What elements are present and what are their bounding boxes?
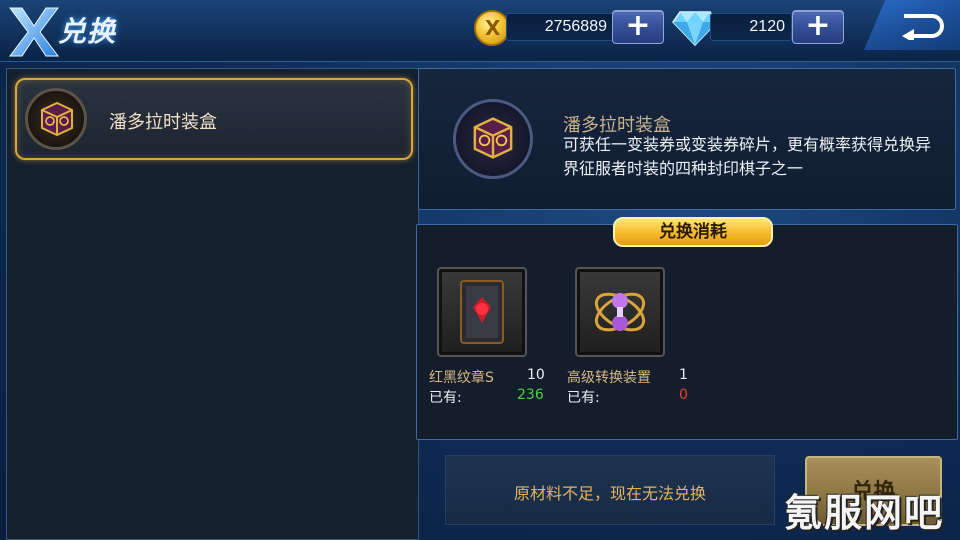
gold-coin-icon: X: [474, 10, 510, 46]
gold-amount: 2756889: [506, 13, 614, 41]
gem-currency: 2120 +: [672, 10, 848, 46]
back-arrow-icon: [902, 14, 944, 40]
exchange-list-panel: 潘多拉时装盒: [6, 68, 419, 540]
gem-amount: 2120: [710, 13, 792, 41]
cost-item-required: 10: [527, 367, 545, 383]
cube-box-icon: [453, 99, 533, 179]
cost-item-name: 高级转换装置: [567, 370, 651, 386]
cost-owned-value: 236: [517, 387, 544, 403]
item-description: 可获任一变装券或变装券碎片，更有概率获得兑换异界征服者时装的四种封印棋子之一: [563, 135, 932, 178]
cost-item-name: 红黑纹章S: [429, 370, 494, 386]
top-bar: 兑换 X 2756889 + 2120 +: [0, 0, 960, 62]
status-message: 原材料不足，现在无法兑换: [513, 484, 706, 503]
watermark: 氪服网吧: [784, 491, 945, 535]
cost-owned-value: 0: [679, 387, 688, 403]
back-button[interactable]: [864, 0, 960, 50]
status-message-bar: 原材料不足，现在无法兑换: [445, 455, 775, 525]
exchange-cost-panel: 兑换消耗 红黑纹章S 10 已有: 236 高级转换装置 1 已有: 0: [416, 217, 958, 440]
converter-device-icon: [594, 292, 646, 332]
add-gem-button[interactable]: +: [792, 10, 844, 44]
cost-item-emblem[interactable]: [437, 267, 527, 357]
add-gold-button[interactable]: +: [612, 10, 664, 44]
list-item-pandora-box[interactable]: 潘多拉时装盒: [15, 78, 413, 160]
cost-owned-label: 已有:: [429, 390, 462, 406]
cost-owned-label: 已有:: [567, 390, 600, 406]
list-item-label: 潘多拉时装盒: [109, 112, 217, 133]
cost-item-converter[interactable]: [575, 267, 665, 357]
cost-item-required: 1: [679, 367, 688, 383]
page-title: 兑换: [58, 15, 117, 48]
emblem-card-icon: [460, 280, 504, 344]
gold-currency: X 2756889 +: [474, 10, 666, 46]
item-info-panel: 潘多拉时装盒 可获任一变装券或变装券碎片，更有概率获得兑换异界征服者时装的四种封…: [418, 68, 956, 210]
cube-box-icon: [25, 88, 87, 150]
x-logo-icon: [9, 7, 59, 57]
cost-tab-label: 兑换消耗: [613, 217, 773, 247]
